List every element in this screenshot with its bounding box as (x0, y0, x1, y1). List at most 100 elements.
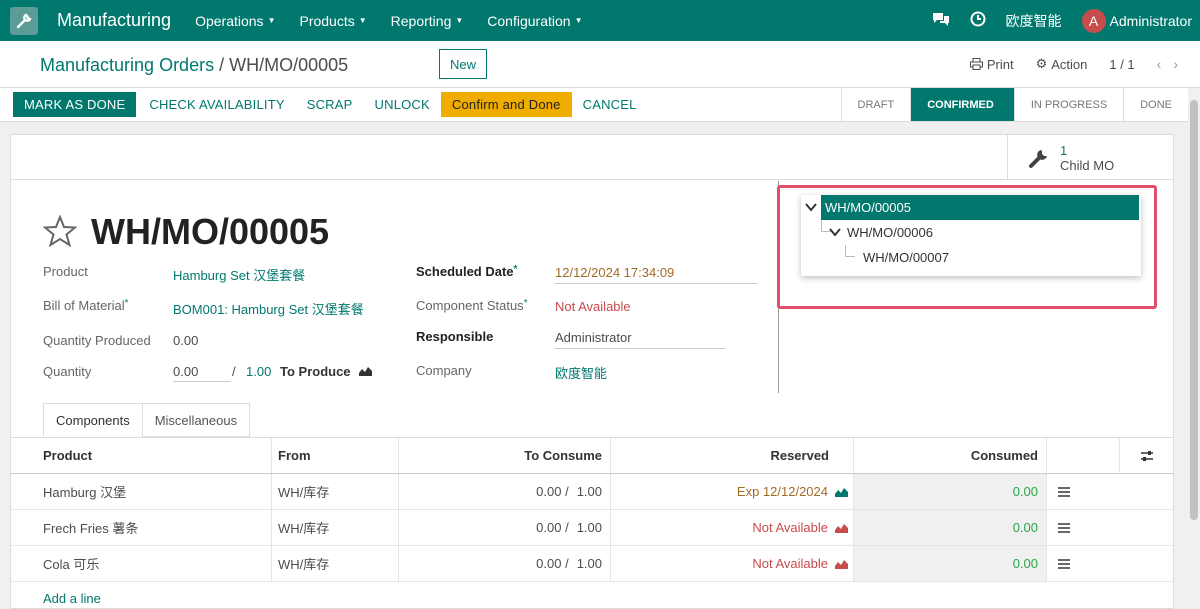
app-name[interactable]: Manufacturing (57, 10, 171, 31)
qty-produced-value: 0.00 (173, 333, 199, 348)
row-consumed[interactable]: 0.00 (853, 510, 1046, 545)
star-icon[interactable] (42, 213, 78, 250)
detailed-operations-icon[interactable] (1046, 474, 1119, 509)
forecast-chart-icon[interactable] (834, 558, 849, 570)
tree-expand-icon[interactable] (829, 220, 843, 245)
page-scrollbar[interactable] (1188, 88, 1200, 609)
tab-components[interactable]: Components (43, 403, 143, 437)
stage-confirmed[interactable]: CONFIRMED (910, 88, 1014, 121)
required-marker: * (124, 298, 129, 309)
add-a-line-link[interactable]: Add a line (43, 591, 101, 606)
pager-prev-icon[interactable]: ‹ (1157, 56, 1162, 72)
quantity-input[interactable]: 0.00 (173, 364, 231, 382)
stage-draft[interactable]: DRAFT (840, 88, 911, 121)
tree-node-wh-mo-00007[interactable]: WH/MO/00007 (863, 245, 949, 270)
table-row[interactable]: Frech Fries 薯条 WH/库存 0.00 /1.00 Not Avai… (11, 510, 1173, 546)
forecast-chart-icon[interactable] (834, 486, 849, 498)
child-mo-label: Child MO (1060, 157, 1115, 173)
menu-products[interactable]: Products ▼ (299, 13, 366, 29)
row-product: Hamburg 汉堡 (43, 485, 127, 500)
notebook-tabs: Components Miscellaneous (43, 403, 251, 437)
row-reserved: Exp 12/12/2024 (610, 474, 853, 509)
tab-miscellaneous[interactable]: Miscellaneous (142, 403, 251, 437)
forecast-chart-icon[interactable] (358, 365, 373, 380)
child-mo-button[interactable]: 1 Child MO (1007, 135, 1173, 180)
header-product[interactable]: Product (43, 438, 271, 473)
responsible-label: Responsible (416, 329, 494, 344)
pager-next-icon[interactable]: › (1173, 56, 1178, 72)
components-table: Product From To Consume Reserved Consume… (11, 438, 1173, 582)
user-name: Administrator (1109, 12, 1192, 29)
required-marker: * (513, 264, 518, 275)
cancel-button[interactable]: CANCEL (572, 92, 648, 117)
scheduled-date-label: Scheduled Date* (416, 264, 518, 279)
smart-button-box: 1 Child MO (11, 135, 1173, 180)
print-button[interactable]: Print (969, 57, 1014, 72)
table-row[interactable]: Cola 可乐 WH/库存 0.00 /1.00 Not Available 0… (11, 546, 1173, 582)
caret-down-icon: ▼ (267, 16, 276, 25)
row-from: WH/库存 (271, 546, 398, 581)
row-to-consume: 0.00 /1.00 (398, 510, 610, 545)
check-availability-button[interactable]: CHECK AVAILABILITY (138, 92, 295, 117)
table-row[interactable]: Hamburg 汉堡 WH/库存 0.00 /1.00 Exp 12/12/20… (11, 474, 1173, 510)
product-label: Product (43, 264, 88, 279)
tree-expand-icon[interactable] (805, 195, 819, 220)
stage-in-progress[interactable]: IN PROGRESS (1013, 88, 1123, 121)
scheduled-date-input[interactable]: 12/12/2024 17:34:09 (555, 265, 757, 284)
tree-node-wh-mo-00005[interactable]: WH/MO/00005 (821, 195, 1139, 220)
breadcrumb: Manufacturing Orders / WH/MO/00005 (40, 55, 348, 76)
control-panel: Manufacturing Orders / WH/MO/00005 New P… (0, 41, 1200, 88)
component-status-value: Not Available (555, 299, 631, 314)
printer-icon (969, 58, 983, 70)
menu-configuration[interactable]: Configuration ▼ (487, 13, 582, 29)
chat-icon[interactable] (932, 11, 950, 30)
row-reserved: Not Available (610, 510, 853, 545)
header-reserved[interactable]: Reserved (610, 438, 853, 473)
row-from: WH/库存 (271, 474, 398, 509)
header-from[interactable]: From (271, 438, 398, 473)
row-consumed[interactable]: 0.00 (853, 546, 1046, 581)
child-mo-count: 1 (1060, 142, 1068, 158)
bom-value[interactable]: BOM001: Hamburg Set 汉堡套餐 (173, 299, 364, 318)
scrap-button[interactable]: SCRAP (296, 92, 364, 117)
action-button[interactable]: ⚙ Action (1036, 56, 1088, 72)
quantity-label: Quantity (43, 364, 92, 379)
clock-icon[interactable] (970, 11, 986, 30)
row-product: Cola 可乐 (43, 557, 100, 572)
user-menu[interactable]: A Administrator (1081, 8, 1192, 33)
responsible-input[interactable]: Administrator (555, 330, 725, 349)
to-produce-label: To Produce (280, 364, 351, 379)
status-bar: MARK AS DONE CHECK AVAILABILITY SCRAP UN… (0, 88, 1188, 122)
header-empty (1046, 438, 1119, 473)
detailed-operations-icon[interactable] (1046, 510, 1119, 545)
product-value[interactable]: Hamburg Set 汉堡套餐 (173, 265, 305, 284)
optional-columns-icon[interactable] (1119, 438, 1173, 473)
record-title: WH/MO/00005 (91, 211, 330, 252)
apps-menu-icon[interactable] (10, 6, 38, 35)
detailed-operations-icon[interactable] (1046, 546, 1119, 581)
row-reserved: Not Available (610, 546, 853, 581)
forecast-chart-icon[interactable] (834, 522, 849, 534)
form-sheet: 1 Child MO WH/MO/00005 Product Hamburg S… (10, 134, 1174, 609)
row-consumed[interactable]: 0.00 (853, 474, 1046, 509)
breadcrumb-parent[interactable]: Manufacturing Orders (40, 55, 214, 75)
mark-as-done-button[interactable]: MARK AS DONE (13, 92, 137, 117)
required-marker: * (523, 298, 528, 309)
breadcrumb-separator: / (219, 55, 225, 75)
stage-done[interactable]: DONE (1123, 88, 1188, 121)
company-switcher[interactable]: 欧度智能 (1006, 11, 1062, 31)
scrollbar-thumb[interactable] (1190, 100, 1198, 520)
top-navbar: Manufacturing Operations ▼ Products ▼ Repo… (0, 0, 1200, 41)
company-value[interactable]: 欧度智能 (555, 363, 607, 382)
header-to-consume[interactable]: To Consume (398, 438, 610, 473)
qty-produced-label: Quantity Produced (43, 333, 151, 348)
row-to-consume: 0.00 /1.00 (398, 474, 610, 509)
unlock-button[interactable]: UNLOCK (364, 92, 441, 117)
header-consumed[interactable]: Consumed (853, 438, 1046, 473)
wrench-icon (1029, 149, 1047, 168)
menu-operations[interactable]: Operations ▼ (195, 13, 275, 29)
menu-reporting[interactable]: Reporting ▼ (391, 13, 464, 29)
confirm-and-done-button[interactable]: Confirm and Done (440, 92, 572, 117)
new-button[interactable]: New (439, 49, 487, 79)
tree-node-wh-mo-00006[interactable]: WH/MO/00006 (847, 220, 933, 245)
